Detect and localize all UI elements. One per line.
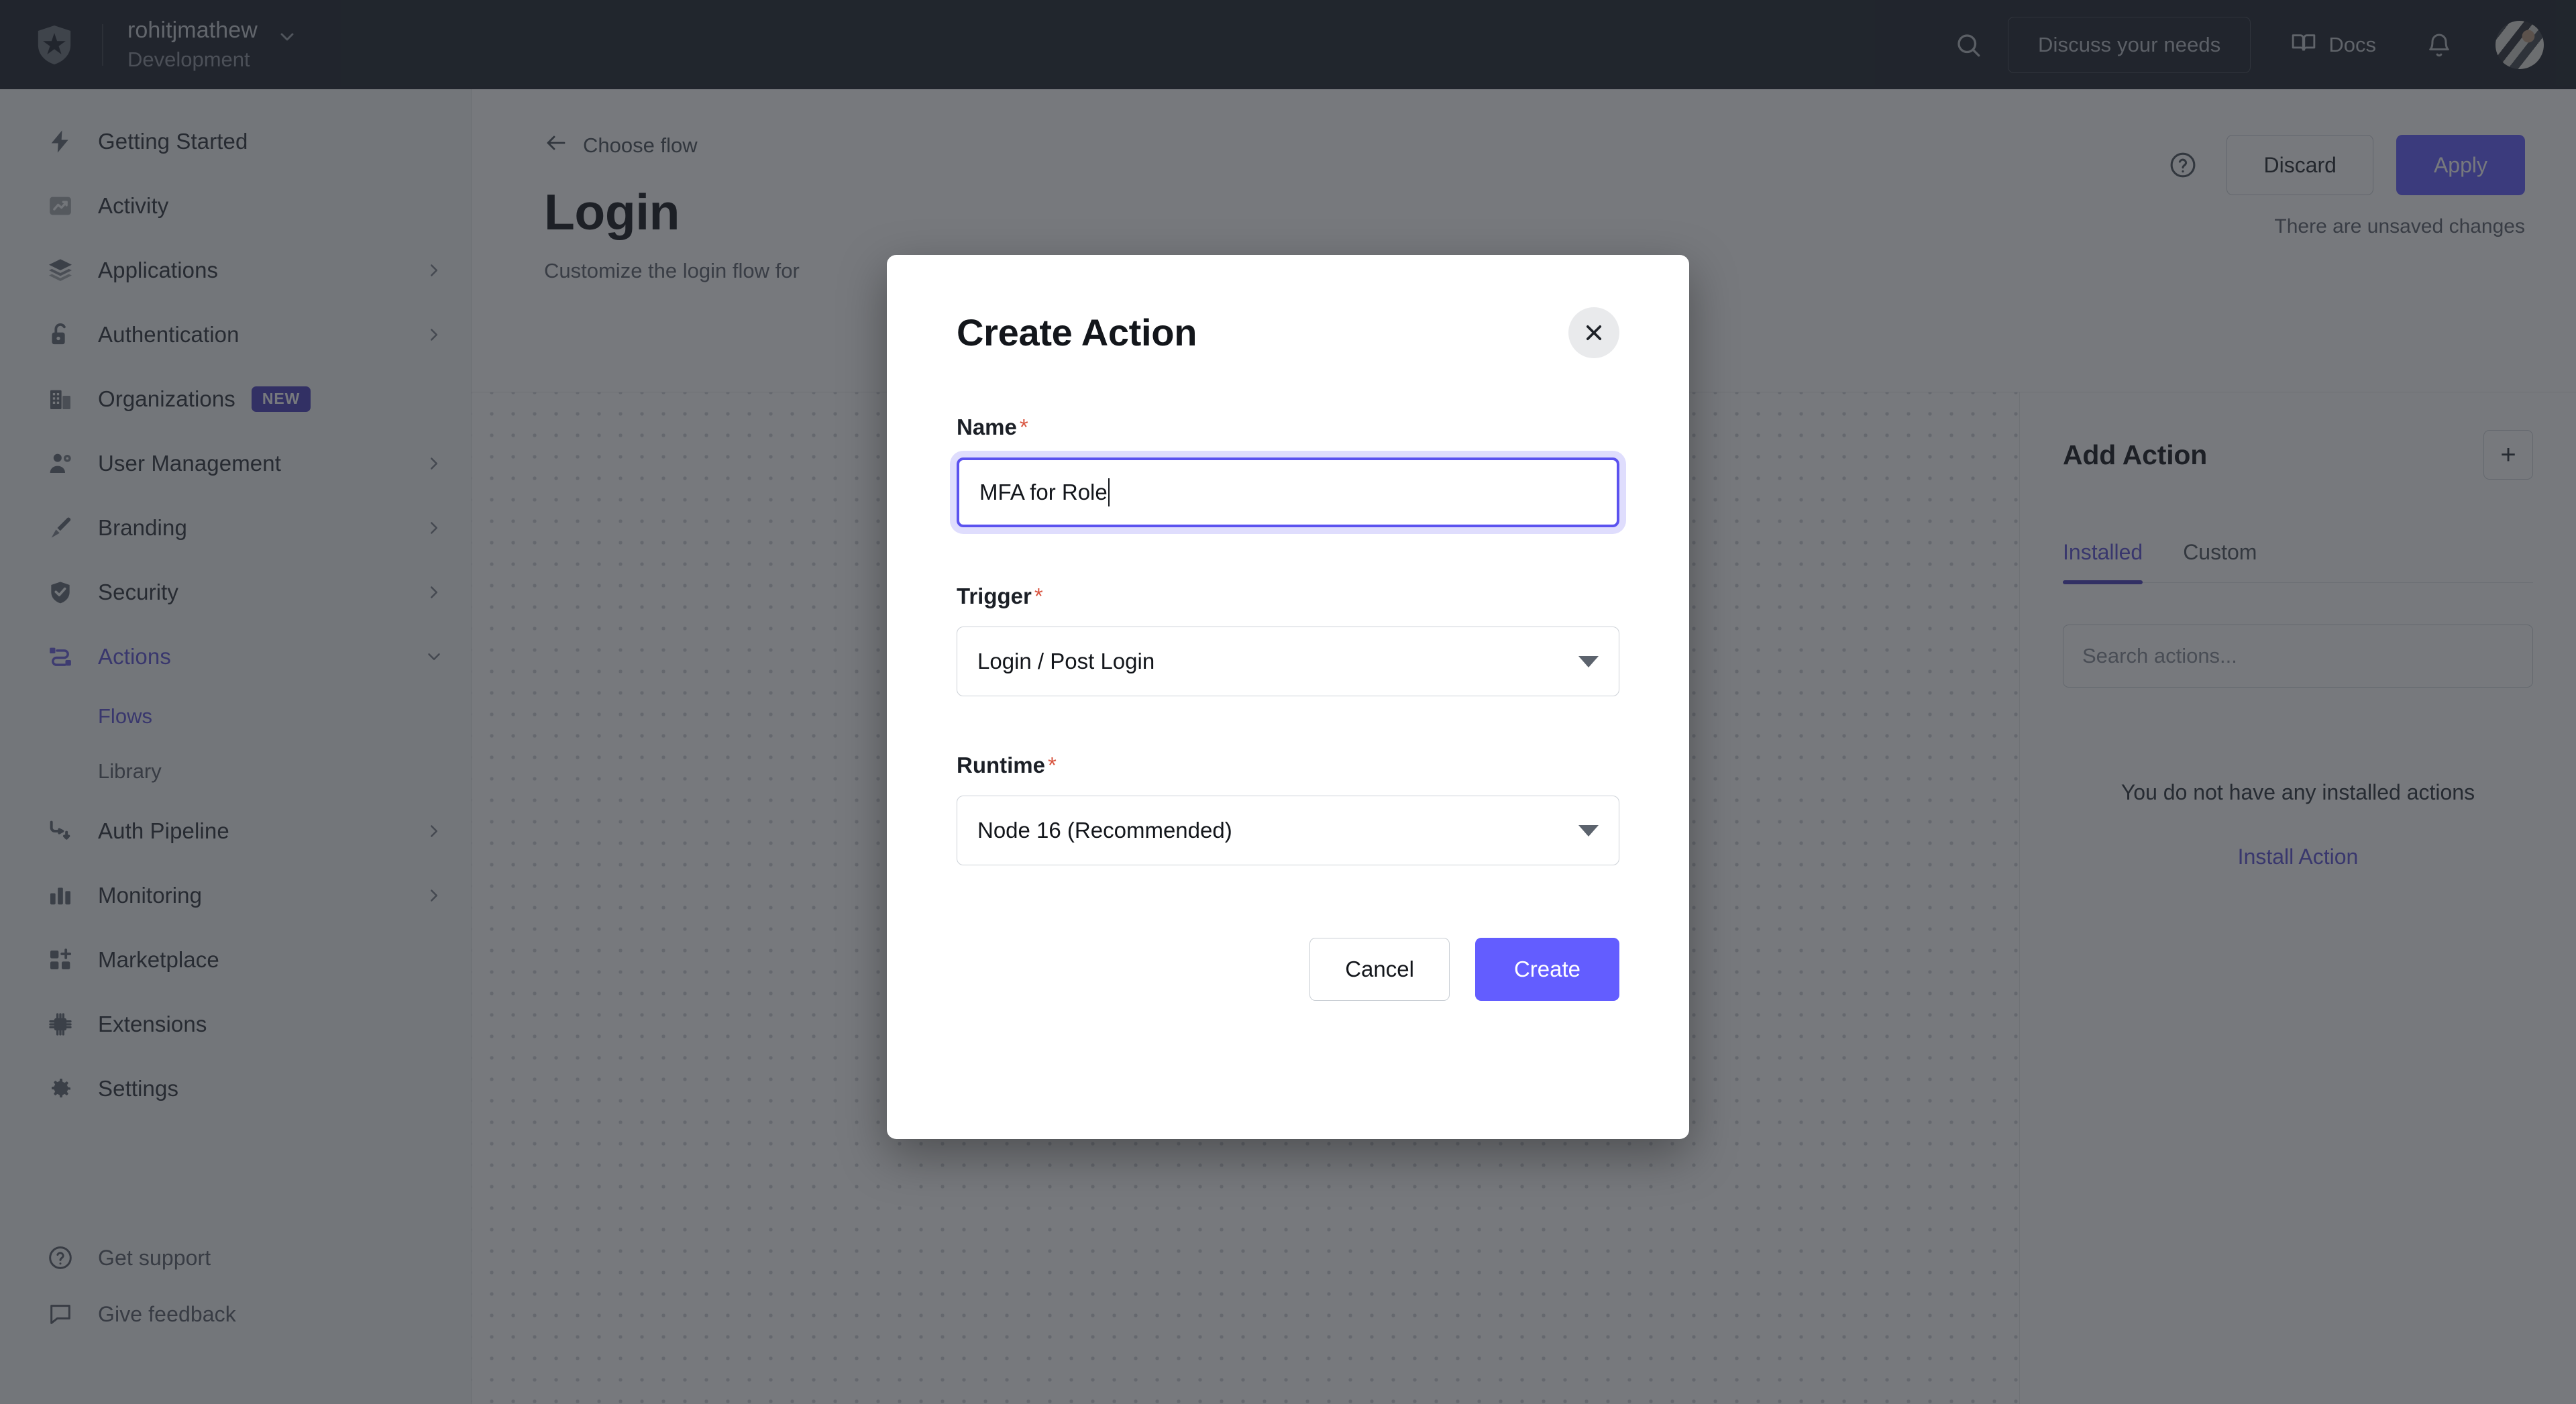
text-cursor	[1108, 478, 1110, 506]
close-icon[interactable]	[1568, 307, 1619, 358]
name-label-text: Name	[957, 415, 1017, 439]
create-action-modal: Create Action Name * MFA for Role Trigger…	[887, 255, 1689, 1139]
cancel-button[interactable]: Cancel	[1309, 938, 1450, 1001]
required-asterisk: *	[1048, 753, 1057, 777]
runtime-label: Runtime *	[957, 753, 1619, 778]
modal-header: Create Action	[957, 255, 1619, 358]
runtime-label-text: Runtime	[957, 753, 1045, 777]
required-asterisk: *	[1034, 584, 1043, 608]
trigger-selected-value: Login / Post Login	[977, 649, 1155, 673]
name-label: Name *	[957, 415, 1619, 440]
create-button[interactable]: Create	[1474, 938, 1619, 1001]
chevron-down-icon	[1578, 655, 1599, 667]
modal-footer-actions: Cancel Create	[957, 938, 1619, 1001]
runtime-select[interactable]: Node 16 (Recommended)	[957, 796, 1619, 865]
name-input-value: MFA for Role	[979, 480, 1108, 504]
trigger-label-text: Trigger	[957, 584, 1032, 608]
trigger-label: Trigger *	[957, 584, 1619, 609]
trigger-field-group: Trigger * Login / Post Login	[957, 584, 1619, 696]
name-field-group: Name * MFA for Role	[957, 415, 1619, 527]
modal-title: Create Action	[957, 311, 1197, 354]
runtime-field-group: Runtime * Node 16 (Recommended)	[957, 753, 1619, 865]
trigger-select[interactable]: Login / Post Login	[957, 627, 1619, 696]
chevron-down-icon	[1578, 824, 1599, 836]
name-input[interactable]: MFA for Role	[957, 457, 1619, 527]
required-asterisk: *	[1019, 415, 1028, 439]
auth0-dashboard: rohitjmathew Development Discuss your ne…	[0, 0, 2576, 1404]
name-input-focus-ring: MFA for Role	[957, 457, 1619, 527]
runtime-selected-value: Node 16 (Recommended)	[977, 818, 1232, 843]
